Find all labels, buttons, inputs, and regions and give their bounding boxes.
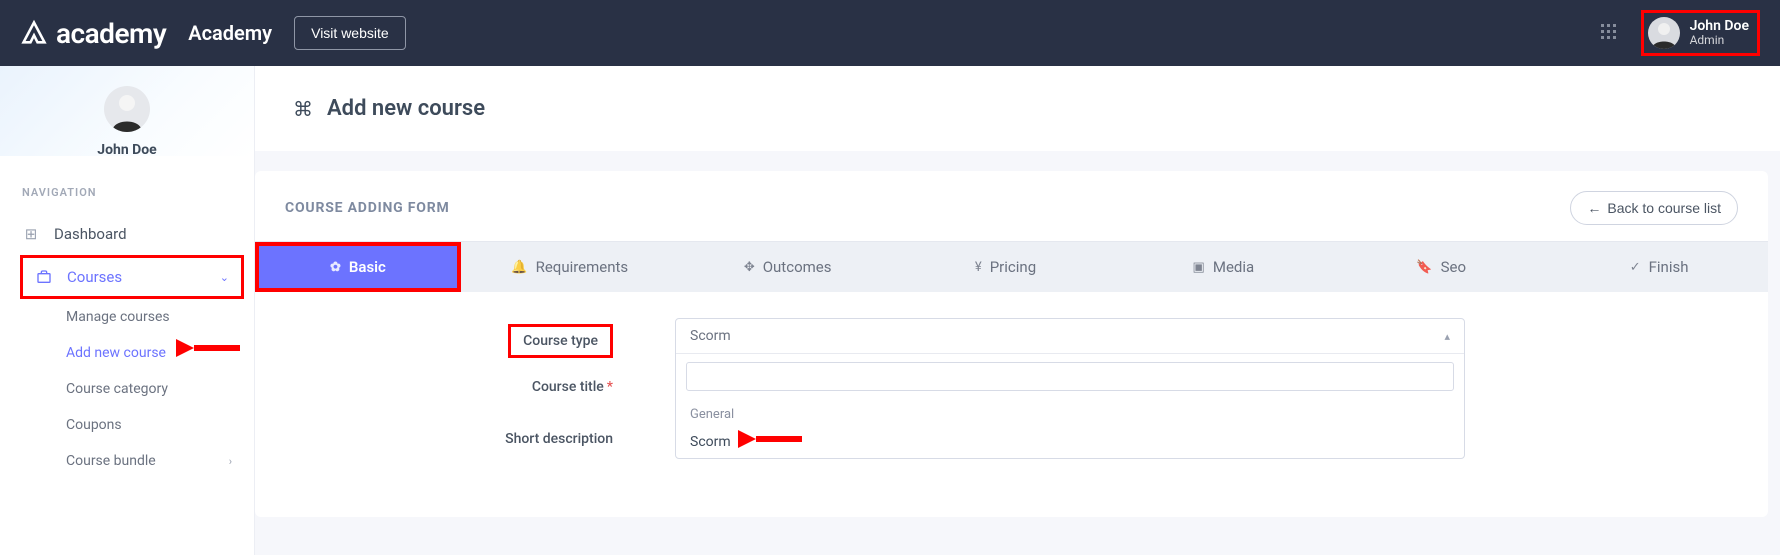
- sidebar-sub-add-course[interactable]: Add new course: [0, 335, 254, 371]
- image-icon: ▣: [1193, 260, 1205, 275]
- sidebar-sub-course-category[interactable]: Course category: [0, 371, 254, 407]
- tab-media[interactable]: ▣ Media: [1114, 242, 1332, 292]
- chevron-right-icon: ›: [229, 455, 232, 468]
- select-option-scorm[interactable]: Scorm: [676, 426, 1464, 458]
- tab-finish[interactable]: ✓ Finish: [1550, 242, 1768, 292]
- tab-outcomes[interactable]: ✥ Outcomes: [679, 242, 897, 292]
- apps-grid-icon[interactable]: [1601, 24, 1619, 42]
- check-circle-icon: ✓: [1630, 260, 1641, 275]
- course-type-select[interactable]: Scorm ▴ General Scorm: [675, 318, 1465, 459]
- page-header: ⌘ Add new course: [255, 66, 1780, 151]
- select-search-input[interactable]: [686, 362, 1454, 391]
- sidebar-item-dashboard[interactable]: ⊞ Dashboard: [0, 213, 254, 255]
- yen-icon: ¥: [975, 260, 982, 275]
- logo-icon: [20, 19, 48, 47]
- user-menu[interactable]: John Doe Admin: [1641, 10, 1760, 56]
- sidebar-item-label: Courses: [67, 268, 122, 286]
- user-role: Admin: [1690, 34, 1749, 47]
- app-name: Academy: [188, 21, 272, 45]
- user-name: John Doe: [1690, 19, 1749, 34]
- avatar: [1648, 17, 1680, 49]
- tab-requirements[interactable]: 🔔 Requirements: [461, 242, 679, 292]
- card-title: COURSE ADDING FORM: [285, 200, 450, 216]
- page-title: Add new course: [327, 96, 485, 121]
- sidebar-sub-coupons[interactable]: Coupons: [0, 407, 254, 443]
- command-icon: ⌘: [293, 97, 313, 121]
- nav-heading: NAVIGATION: [0, 186, 254, 213]
- form-card: COURSE ADDING FORM ← Back to course list…: [255, 171, 1768, 517]
- sidebar-sub-manage-courses[interactable]: Manage courses: [0, 299, 254, 335]
- label-short-description: Short description: [295, 425, 675, 447]
- caret-up-icon: ▴: [1444, 330, 1450, 343]
- chevron-down-icon: ⌄: [220, 271, 229, 284]
- tabs: ✿ Basic 🔔 Requirements ✥ Outcomes ¥ Pric…: [255, 241, 1768, 292]
- topbar: academy Academy Visit website John Doe A…: [0, 0, 1780, 66]
- tab-pricing[interactable]: ¥ Pricing: [897, 242, 1115, 292]
- sidebar-item-courses[interactable]: Courses ⌄: [20, 255, 244, 299]
- grid-icon: ⊞: [22, 225, 40, 243]
- sidebar-username: John Doe: [0, 142, 254, 158]
- label-course-title: Course title*: [295, 373, 675, 395]
- main: ⌘ Add new course COURSE ADDING FORM ← Ba…: [255, 66, 1780, 555]
- logo[interactable]: academy: [20, 17, 166, 50]
- sidebar-avatar[interactable]: [104, 86, 150, 132]
- visit-website-button[interactable]: Visit website: [294, 16, 406, 50]
- select-current[interactable]: Scorm ▴: [676, 319, 1464, 354]
- leaf-icon: ✿: [330, 260, 341, 275]
- sidebar-sub-course-bundle[interactable]: Course bundle ›: [0, 443, 254, 479]
- sidebar-item-label: Dashboard: [54, 225, 127, 243]
- tab-basic[interactable]: ✿ Basic: [255, 242, 461, 292]
- arrow-left-icon: ←: [1587, 200, 1601, 216]
- bell-icon: 🔔: [511, 260, 527, 275]
- briefcase-icon: [35, 269, 53, 285]
- select-group-general: General: [676, 399, 1464, 426]
- logo-text: academy: [56, 17, 166, 50]
- move-icon: ✥: [744, 260, 755, 275]
- sidebar: John Doe NAVIGATION ⊞ Dashboard Courses …: [0, 66, 255, 555]
- tab-seo[interactable]: 🔖 Seo: [1332, 242, 1550, 292]
- label-course-type: Course type: [295, 318, 675, 358]
- back-to-list-button[interactable]: ← Back to course list: [1570, 191, 1738, 225]
- tag-icon: 🔖: [1416, 260, 1432, 275]
